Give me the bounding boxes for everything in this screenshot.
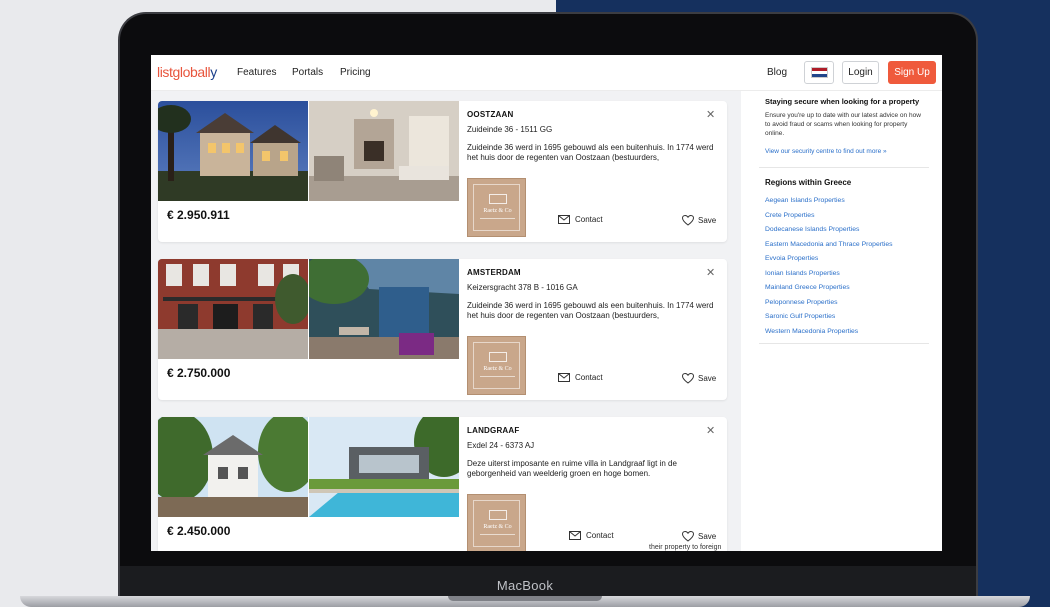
regions-title: Regions within Greece: [765, 178, 852, 187]
region-link[interactable]: Saronic Gulf Properties: [765, 310, 893, 325]
signup-button[interactable]: Sign Up: [888, 61, 936, 84]
agency-logo-text: Raetz & Co: [483, 208, 512, 214]
listing-card[interactable]: € 2.450.000 LANDGRAAF Exdel 24 - 6373 AJ…: [158, 417, 727, 551]
envelope-icon: [569, 531, 581, 540]
region-link[interactable]: Crete Properties: [765, 209, 893, 224]
logo-text: listgloball: [157, 64, 211, 80]
close-icon[interactable]: ✕: [706, 424, 715, 437]
sidebar-divider: [759, 167, 929, 168]
contact-label: Contact: [575, 215, 603, 224]
contact-label: Contact: [586, 531, 614, 540]
macbook-label: MacBook: [496, 578, 554, 593]
save-button[interactable]: Save: [682, 531, 716, 542]
envelope-icon: [558, 215, 570, 224]
heart-icon: [682, 373, 694, 384]
close-icon[interactable]: ✕: [706, 266, 715, 279]
listing-title[interactable]: LANDGRAAF: [467, 426, 519, 435]
security-centre-link[interactable]: View our security centre to find out mor…: [765, 148, 887, 155]
regions-list: Aegean Islands Properties Crete Properti…: [765, 194, 893, 339]
listing-photo-interior[interactable]: [309, 101, 459, 201]
listing-address: Keizersgracht 378 B - 1016 GA: [467, 283, 578, 292]
listing-title[interactable]: OOSTZAAN: [467, 110, 514, 119]
listing-results: € 2.950.911 OOSTZAAN Zuideinde 36 - 1511…: [151, 91, 741, 551]
listing-card[interactable]: € 2.950.911 OOSTZAAN Zuideinde 36 - 1511…: [158, 101, 727, 242]
listing-title[interactable]: AMSTERDAM: [467, 268, 521, 277]
save-button[interactable]: Save: [682, 215, 716, 226]
region-link[interactable]: Ionian Islands Properties: [765, 267, 893, 282]
listing-photo-exterior[interactable]: [158, 417, 308, 517]
security-text: Ensure you're up to date with our latest…: [765, 112, 921, 137]
agency-logo[interactable]: Raetz & Co: [467, 336, 526, 395]
region-link[interactable]: Western Macedonia Properties: [765, 325, 893, 340]
listing-address: Exdel 24 - 6373 AJ: [467, 441, 535, 450]
nav-link-blog[interactable]: Blog: [767, 67, 787, 78]
login-button[interactable]: Login: [842, 61, 879, 84]
listing-description: Deze uiterst imposante en ruime villa in…: [467, 459, 677, 478]
laptop-base-notch: [448, 596, 602, 601]
sidebar-divider: [759, 343, 929, 344]
top-navbar: listglobally Features Portals Pricing Bl…: [151, 55, 942, 91]
listing-price: € 2.450.000: [167, 524, 231, 538]
nav-link-portals[interactable]: Portals: [292, 67, 323, 78]
region-link[interactable]: Eastern Macedonia and Thrace Properties: [765, 238, 893, 253]
contact-button[interactable]: Contact: [558, 373, 603, 382]
listing-price: € 2.950.911: [167, 208, 230, 222]
security-title: Staying secure when looking for a proper…: [765, 97, 920, 106]
agency-house-icon: [489, 352, 507, 362]
netherlands-flag-icon: [811, 67, 828, 78]
listing-description: Zuideinde 36 werd in 1695 gebouwd als ee…: [467, 143, 714, 162]
region-link[interactable]: Mainland Greece Properties: [765, 281, 893, 296]
heart-icon: [682, 531, 694, 542]
agency-logo-text: Raetz & Co: [483, 366, 512, 372]
listing-photo-exterior[interactable]: [158, 101, 308, 201]
logo-text-tail: y: [210, 64, 217, 80]
listing-photo-exterior[interactable]: [158, 259, 308, 359]
agency-logo[interactable]: Raetz & Co: [467, 178, 526, 237]
truncated-text: their property to foreign: [649, 544, 722, 551]
envelope-icon: [558, 373, 570, 382]
agency-house-icon: [489, 510, 507, 520]
region-link[interactable]: Dodecanese Islands Properties: [765, 223, 893, 238]
listglobally-logo[interactable]: listglobally: [157, 64, 217, 80]
region-link[interactable]: Aegean Islands Properties: [765, 194, 893, 209]
region-link[interactable]: Peloponnese Properties: [765, 296, 893, 311]
contact-button[interactable]: Contact: [558, 215, 603, 224]
agency-logo-text: Raetz & Co: [483, 524, 512, 530]
save-label: Save: [698, 216, 717, 225]
listing-address: Zuideinde 36 - 1511 GG: [467, 125, 553, 134]
nav-link-features[interactable]: Features: [237, 67, 276, 78]
laptop-screen: listglobally Features Portals Pricing Bl…: [151, 55, 942, 551]
listing-photo-interior[interactable]: [309, 259, 459, 359]
close-icon[interactable]: ✕: [706, 108, 715, 121]
sidebar: Staying secure when looking for a proper…: [753, 91, 942, 551]
listing-photo-pool[interactable]: [309, 417, 459, 517]
heart-icon: [682, 215, 694, 226]
agency-logo[interactable]: Raetz & Co: [467, 494, 526, 551]
agency-house-icon: [489, 194, 507, 204]
nav-link-pricing[interactable]: Pricing: [340, 67, 371, 78]
contact-button[interactable]: Contact: [569, 531, 614, 540]
listing-description: Zuideinde 36 werd in 1695 gebouwd als ee…: [467, 301, 714, 320]
save-label: Save: [698, 532, 717, 541]
save-button[interactable]: Save: [682, 373, 716, 384]
language-selector-button[interactable]: [804, 61, 834, 84]
listing-price: € 2.750.000: [167, 366, 231, 380]
save-label: Save: [698, 374, 717, 383]
listing-card[interactable]: € 2.750.000 AMSTERDAM Keizersgracht 378 …: [158, 259, 727, 400]
region-link[interactable]: Evvoia Properties: [765, 252, 893, 267]
contact-label: Contact: [575, 373, 603, 382]
